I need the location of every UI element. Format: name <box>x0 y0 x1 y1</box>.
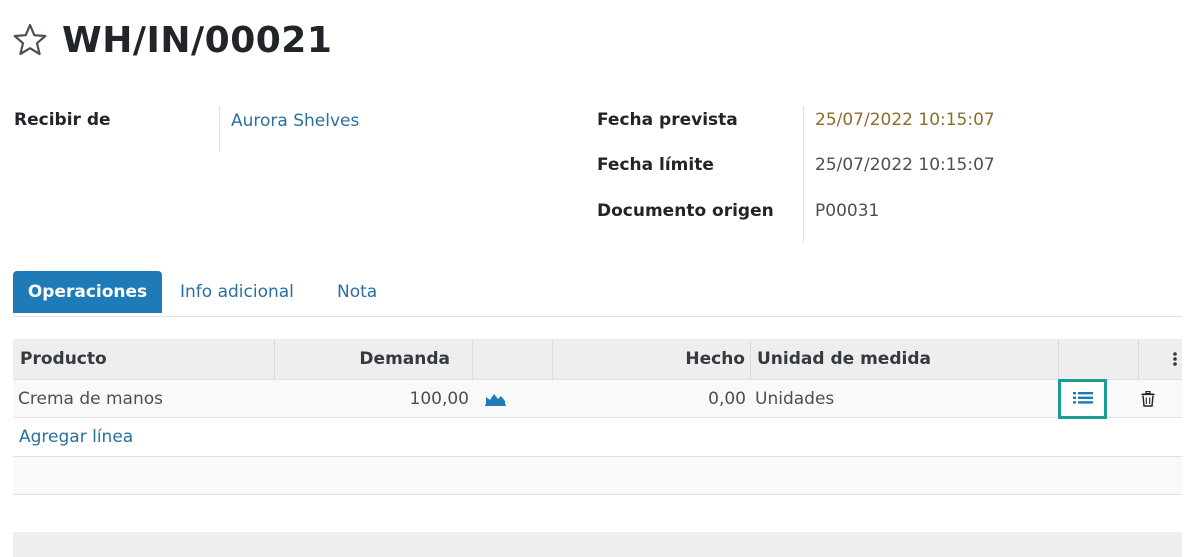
source-document-label: Documento origen <box>597 201 774 221</box>
tab-info-adicional[interactable]: Info adicional <box>180 271 294 313</box>
field-separator <box>219 106 220 152</box>
field-separator <box>803 106 804 243</box>
table-footer <box>13 532 1182 557</box>
scheduled-date-label: Fecha prevista <box>597 110 738 130</box>
source-document-field[interactable]: P00031 <box>815 201 879 221</box>
details-button[interactable] <box>1058 379 1107 419</box>
uom-cell[interactable]: Unidades <box>755 380 1055 417</box>
scheduled-date-field[interactable]: 25/07/2022 10:15:07 <box>815 110 995 130</box>
column-header-uom[interactable]: Unidad de medida <box>751 339 1059 379</box>
done-cell[interactable]: 0,00 <box>553 380 746 417</box>
receive-from-field[interactable]: Aurora Shelves <box>231 111 359 131</box>
title-row: WH/IN/00021 <box>12 14 332 66</box>
deadline-field[interactable]: 25/07/2022 10:15:07 <box>815 155 995 175</box>
receive-from-label: Recibir de <box>14 110 111 130</box>
tab-nota[interactable]: Nota <box>337 271 377 313</box>
table-header: Producto Demanda Hecho Unidad de medida <box>13 339 1182 380</box>
tab-operaciones[interactable]: Operaciones <box>13 271 162 313</box>
area-chart-icon[interactable] <box>485 380 515 417</box>
table-row[interactable]: Crema de manos 100,00 0,00 Unidades <box>13 379 1182 419</box>
operations-table: Producto Demanda Hecho Unidad de medida … <box>13 339 1182 495</box>
column-header-details <box>1059 339 1139 379</box>
column-header-done[interactable]: Hecho <box>553 339 751 379</box>
column-header-forecast <box>473 339 553 379</box>
notebook-tabs: Operaciones Info adicional Nota <box>13 271 1182 317</box>
trash-icon[interactable] <box>1141 380 1161 417</box>
column-header-demand[interactable]: Demanda <box>275 339 473 379</box>
demand-cell[interactable]: 100,00 <box>275 380 469 417</box>
add-line-row: Agregar línea <box>13 418 1182 457</box>
kebab-menu-icon[interactable] <box>1139 339 1182 379</box>
empty-row <box>13 457 1182 495</box>
add-line-link[interactable]: Agregar línea <box>19 418 133 456</box>
deadline-label: Fecha límite <box>597 155 714 175</box>
star-icon[interactable] <box>12 22 48 58</box>
column-header-product[interactable]: Producto <box>13 339 275 379</box>
page-title: WH/IN/00021 <box>62 19 333 61</box>
list-icon <box>1072 391 1093 407</box>
product-cell[interactable]: Crema de manos <box>18 380 273 417</box>
